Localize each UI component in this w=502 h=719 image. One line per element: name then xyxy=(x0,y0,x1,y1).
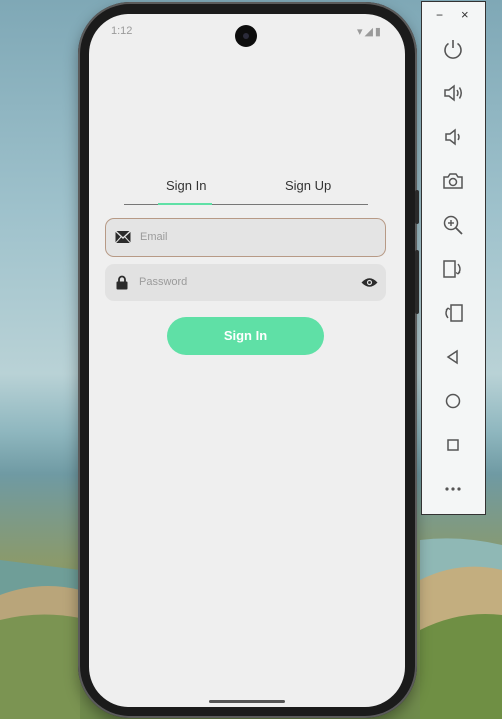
auth-tabs: Sign In Sign Up xyxy=(124,174,368,205)
rotate-right-button[interactable] xyxy=(441,301,465,325)
back-button[interactable] xyxy=(441,345,465,369)
more-button[interactable] xyxy=(441,477,465,501)
emulator-toolbar: − × xyxy=(421,1,486,515)
back-icon xyxy=(446,349,458,365)
more-icon xyxy=(445,487,461,491)
password-field[interactable]: Password xyxy=(105,264,386,301)
screenshot-button[interactable] xyxy=(441,169,465,193)
power-button[interactable] xyxy=(441,37,465,61)
sign-in-button[interactable]: Sign In xyxy=(167,317,324,355)
minimize-button[interactable]: − xyxy=(436,8,443,22)
lock-icon xyxy=(116,275,128,290)
tab-sign-up[interactable]: Sign Up xyxy=(285,178,331,193)
close-button[interactable]: × xyxy=(461,7,469,22)
power-icon xyxy=(444,40,462,59)
overview-icon xyxy=(447,439,459,451)
email-field[interactable]: Email xyxy=(105,218,386,257)
tab-indicator xyxy=(158,203,212,205)
home-icon xyxy=(445,393,461,409)
volume-down-button[interactable] xyxy=(441,125,465,149)
rotate-right-icon xyxy=(445,304,463,322)
tab-sign-in[interactable]: Sign In xyxy=(166,178,206,193)
volume-down-icon xyxy=(445,128,460,146)
mail-icon xyxy=(115,230,131,244)
status-time: 1:12 xyxy=(111,25,133,37)
gesture-home-bar[interactable] xyxy=(209,700,285,703)
home-button[interactable] xyxy=(441,389,465,413)
status-icons: ▾◢▮ xyxy=(356,26,383,38)
zoom-icon xyxy=(443,215,463,235)
zoom-button[interactable] xyxy=(441,213,465,237)
rotate-left-button[interactable] xyxy=(441,257,465,281)
app-screen: 1:12 ▾◢▮ Sign In Sign Up Email Password … xyxy=(89,14,405,707)
toolbar-titlebar: − × xyxy=(422,2,485,28)
front-camera xyxy=(235,25,257,47)
camera-icon xyxy=(443,173,463,189)
email-placeholder: Email xyxy=(140,231,168,243)
phone-side-button xyxy=(415,190,419,224)
volume-up-icon xyxy=(444,84,462,102)
rotate-left-icon xyxy=(443,260,461,278)
password-placeholder: Password xyxy=(139,276,188,288)
phone-volume-button xyxy=(415,250,419,314)
overview-button[interactable] xyxy=(441,433,465,457)
volume-up-button[interactable] xyxy=(441,81,465,105)
eye-icon[interactable] xyxy=(361,277,378,288)
